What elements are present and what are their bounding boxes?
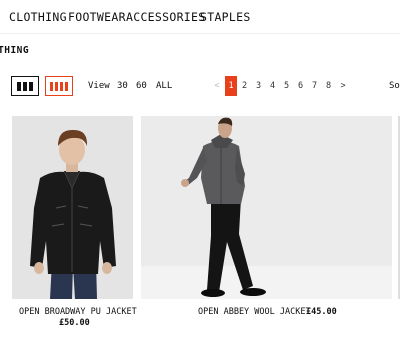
pagination-next-link[interactable]: >	[338, 76, 348, 96]
pagination-prev-link[interactable]: <	[212, 76, 222, 96]
sort-label[interactable]: So	[389, 81, 400, 91]
product-image[interactable]	[12, 116, 133, 299]
top-navigation: CLOTHING FOOTWEAR ACCESSORIES STAPLES	[0, 0, 400, 34]
grid-3-view-button[interactable]	[11, 76, 39, 96]
grid-4-icon	[50, 81, 53, 91]
pagination-page-link[interactable]: 6	[296, 76, 305, 96]
grid-4-icon	[65, 81, 68, 91]
view-label: View	[88, 81, 110, 91]
product-price: £45.00	[306, 307, 337, 317]
grid-3-icon	[23, 81, 27, 91]
nav-item-accessories[interactable]: ACCESSORIES	[126, 10, 205, 24]
pagination-page-link[interactable]: 4	[268, 76, 277, 96]
pagination-page-link[interactable]: 2	[240, 76, 249, 96]
nav-item-clothing[interactable]: CLOTHING	[9, 10, 67, 24]
product-name[interactable]: OPEN BROADWAY PU JACKET	[19, 307, 137, 317]
per-page-30-link[interactable]: 30	[117, 81, 128, 91]
grid-3-icon	[17, 81, 21, 91]
grid-4-view-button[interactable]	[45, 76, 73, 96]
pagination-page-link[interactable]: 8	[324, 76, 333, 96]
product-image[interactable]	[141, 116, 392, 299]
pagination-current-page[interactable]: 1	[225, 76, 237, 96]
nav-item-footwear[interactable]: FOOTWEAR	[68, 10, 126, 24]
grid-4-icon	[55, 81, 58, 91]
per-page-60-link[interactable]: 60	[136, 81, 147, 91]
page-title: THING	[0, 45, 30, 56]
product-name[interactable]: OPEN ABBEY WOOL JACKET	[198, 307, 311, 317]
pagination-page-link[interactable]: 3	[254, 76, 263, 96]
pagination-page-link[interactable]: 7	[310, 76, 319, 96]
nav-item-staples[interactable]: STAPLES	[200, 10, 251, 24]
pagination-page-link[interactable]: 5	[282, 76, 291, 96]
grid-4-icon	[60, 81, 63, 91]
per-page-all-link[interactable]: ALL	[156, 81, 172, 91]
leather-jacket-photo	[12, 116, 133, 299]
wool-jacket-photo	[141, 116, 392, 299]
grid-3-icon	[29, 81, 33, 91]
product-price: £50.00	[59, 318, 90, 328]
